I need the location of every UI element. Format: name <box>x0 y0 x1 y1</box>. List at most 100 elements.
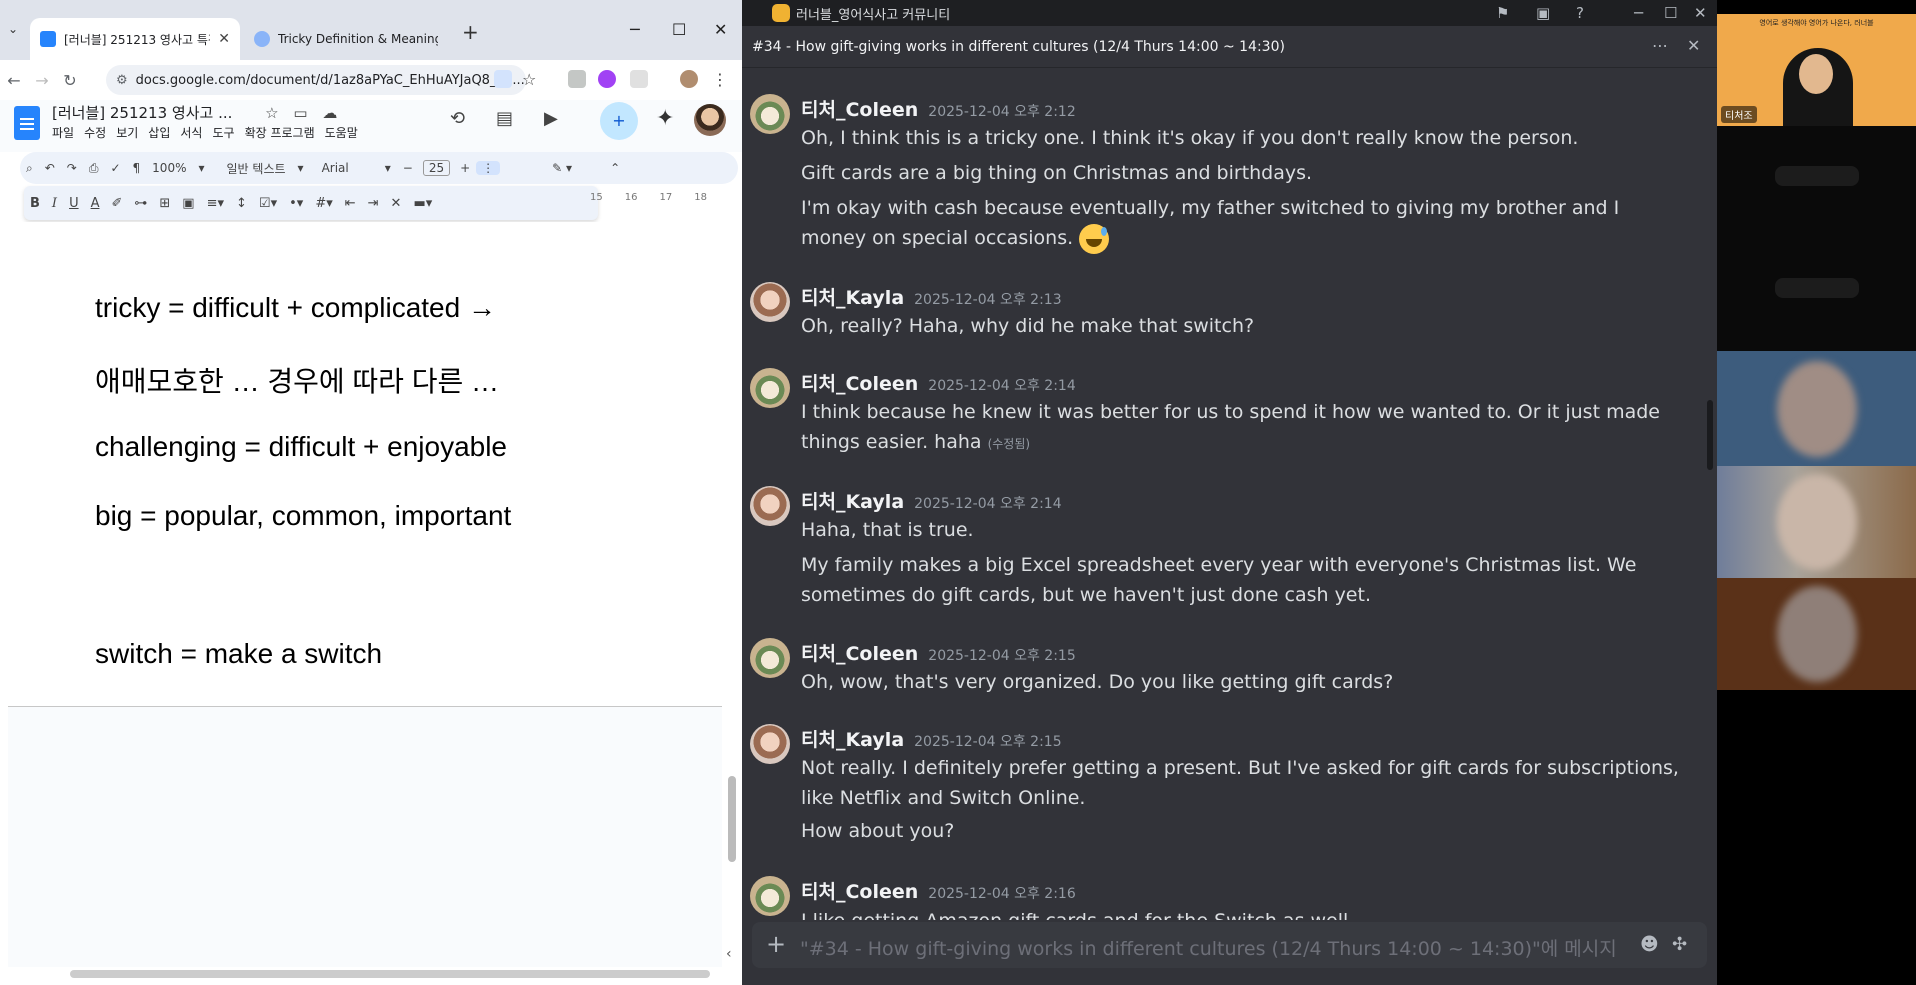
search-menus-icon[interactable]: ⌕ <box>20 161 39 176</box>
gemini-icon[interactable]: ✦ <box>656 106 674 131</box>
author-name[interactable]: 티처_Kayla 2025-12-04 오후 2:15 <box>801 725 1062 752</box>
more-options-icon[interactable]: ⋯ <box>1652 36 1668 55</box>
doc-line[interactable]: tricky = difficult + complicated → <box>95 292 496 324</box>
font-size-increase-button[interactable]: + <box>454 161 476 175</box>
camera-icon[interactable] <box>568 70 586 88</box>
print-icon[interactable]: ⎙ <box>83 161 105 176</box>
message-composer[interactable]: + "#34 - How gift-giving works in differ… <box>752 922 1707 968</box>
star-icon[interactable]: ☆ <box>265 104 278 122</box>
author-name[interactable]: 티처_Kayla 2025-12-04 오후 2:13 <box>801 283 1062 310</box>
flag-icon[interactable]: ⚑ <box>1496 4 1509 22</box>
maximize-button[interactable]: ☐ <box>1664 4 1677 22</box>
doc-line[interactable]: challenging = difficult + enjoyable <box>95 431 507 463</box>
text-color-icon[interactable]: A <box>85 196 106 211</box>
close-button[interactable]: ✕ <box>1694 4 1707 22</box>
spellcheck-icon[interactable]: ✓ <box>104 161 126 175</box>
author-name[interactable]: 티처_Coleen 2025-12-04 오후 2:14 <box>801 369 1076 396</box>
font-chevron-icon[interactable]: ▾ <box>379 161 397 175</box>
line-spacing-icon[interactable]: ↕ <box>230 196 253 211</box>
move-folder-icon[interactable]: ▭ <box>293 104 307 122</box>
reload-icon[interactable]: ↻ <box>56 71 84 90</box>
message-input[interactable]: "#34 - How gift-giving works in differen… <box>800 934 1620 961</box>
doc-line[interactable]: switch = make a switch <box>95 638 382 670</box>
align-icon[interactable]: ≡▾ <box>201 196 230 211</box>
paint-format-icon[interactable]: ¶ <box>127 161 147 175</box>
more-tools-icon[interactable]: ⋮ <box>476 161 501 175</box>
avatar[interactable] <box>750 368 790 408</box>
hide-menus-icon[interactable]: ⌃ <box>604 161 626 175</box>
font-select[interactable]: Arial <box>316 161 355 175</box>
help-icon[interactable]: ? <box>1576 4 1584 22</box>
avatar[interactable] <box>750 724 790 764</box>
participant-tile-off[interactable] <box>1717 126 1916 351</box>
doc-line[interactable]: big = popular, common, important <box>95 500 511 532</box>
lens-icon[interactable] <box>494 70 512 88</box>
horizontal-scrollbar[interactable] <box>70 970 710 978</box>
underline-icon[interactable]: U <box>63 196 85 211</box>
author-name[interactable]: 티처_Coleen 2025-12-04 오후 2:12 <box>801 95 1076 122</box>
increase-indent-icon[interactable]: ⇥ <box>362 196 385 211</box>
add-comment-icon[interactable]: ⊞ <box>153 196 176 211</box>
avatar[interactable] <box>750 282 790 322</box>
decrease-indent-icon[interactable]: ⇤ <box>339 196 362 211</box>
style-chevron-icon[interactable]: ▾ <box>292 161 310 175</box>
participant-video-tile[interactable] <box>1717 351 1916 466</box>
font-size-input[interactable]: 25 <box>422 160 451 176</box>
menu-insert[interactable]: 삽입 <box>148 124 170 141</box>
avatar[interactable] <box>750 638 790 678</box>
insert-image-icon[interactable]: ▣ <box>176 196 200 211</box>
tab-google-doc[interactable]: [러너블] 251213 영사고 특강 - ✕ <box>30 18 240 60</box>
chat-scrollbar[interactable] <box>1707 400 1713 470</box>
url-input[interactable]: ⚙ docs.google.com/document/d/1az8aPYaC_E… <box>106 65 526 95</box>
clear-formatting-icon[interactable]: ✕ <box>385 196 408 211</box>
author-name[interactable]: 티처_Coleen 2025-12-04 오후 2:15 <box>801 639 1076 666</box>
tab-search-icon[interactable]: ⌄ <box>8 22 18 36</box>
share-button[interactable]: + <box>600 102 638 140</box>
italic-icon[interactable]: I <box>46 196 63 211</box>
comments-icon[interactable]: ▤ <box>496 108 513 129</box>
version-history-icon[interactable]: ⟲ <box>450 108 465 129</box>
editing-mode-icon[interactable]: ✎ ▾ <box>546 161 578 175</box>
tab-close-icon[interactable]: ✕ <box>218 31 230 47</box>
maximize-button[interactable]: ☐ <box>672 20 686 39</box>
participant-video-tile[interactable] <box>1717 466 1916 578</box>
attach-plus-icon[interactable]: + <box>766 930 786 958</box>
more-menu-icon[interactable]: ⋮ <box>712 70 730 89</box>
account-avatar[interactable] <box>694 104 726 136</box>
meet-camera-icon[interactable]: ▶ <box>544 108 558 129</box>
vertical-scrollbar[interactable] <box>728 776 736 862</box>
star-icon[interactable]: ☆ <box>522 70 540 89</box>
back-arrow-icon[interactable]: ← <box>0 71 28 90</box>
menu-help[interactable]: 도움말 <box>325 124 358 141</box>
menu-tools[interactable]: 도구 <box>212 124 234 141</box>
author-name[interactable]: 티처_Coleen 2025-12-04 오후 2:16 <box>801 877 1076 904</box>
menu-view[interactable]: 보기 <box>116 124 138 141</box>
forward-arrow-icon[interactable]: → <box>28 71 56 90</box>
site-info-icon[interactable]: ⚙ <box>116 73 128 88</box>
minimize-button[interactable]: ─ <box>1634 4 1643 22</box>
collapse-panel-icon[interactable]: ‹ <box>726 946 732 962</box>
close-thread-icon[interactable]: ✕ <box>1687 36 1700 55</box>
bold-icon[interactable]: B <box>24 196 46 211</box>
menu-file[interactable]: 파일 <box>52 124 74 141</box>
undo-icon[interactable]: ↶ <box>39 161 61 175</box>
tab-dictionary[interactable]: Tricky Definition & Meaning | <box>244 18 454 60</box>
inbox-icon[interactable]: ▣ <box>1536 4 1550 22</box>
redo-icon[interactable]: ↷ <box>61 161 83 175</box>
style-select[interactable]: 일반 텍스트 <box>221 160 292 177</box>
doc-line[interactable]: 애매모호한 … 경우에 따라 다른 … <box>95 360 499 400</box>
profile-avatar[interactable] <box>680 70 698 88</box>
input-tools-icon[interactable]: ▬▾ <box>407 196 438 211</box>
menu-format[interactable]: 서식 <box>180 124 202 141</box>
apps-icon[interactable]: ✣ <box>1672 934 1687 955</box>
participant-video-tile[interactable] <box>1717 578 1916 690</box>
docs-logo-icon[interactable] <box>14 106 40 140</box>
insert-link-icon[interactable]: ⊶ <box>128 196 153 211</box>
checklist-icon[interactable]: ☑▾ <box>253 196 283 211</box>
bulleted-list-icon[interactable]: •▾ <box>283 196 309 211</box>
author-name[interactable]: 티처_Kayla 2025-12-04 오후 2:14 <box>801 487 1062 514</box>
host-video-tile[interactable]: 영어로 생각해야 영어가 나온다, 러너블 티처조 <box>1717 14 1916 126</box>
avatar[interactable] <box>750 876 790 916</box>
numbered-list-icon[interactable]: #▾ <box>309 196 338 211</box>
avatar[interactable] <box>750 94 790 134</box>
